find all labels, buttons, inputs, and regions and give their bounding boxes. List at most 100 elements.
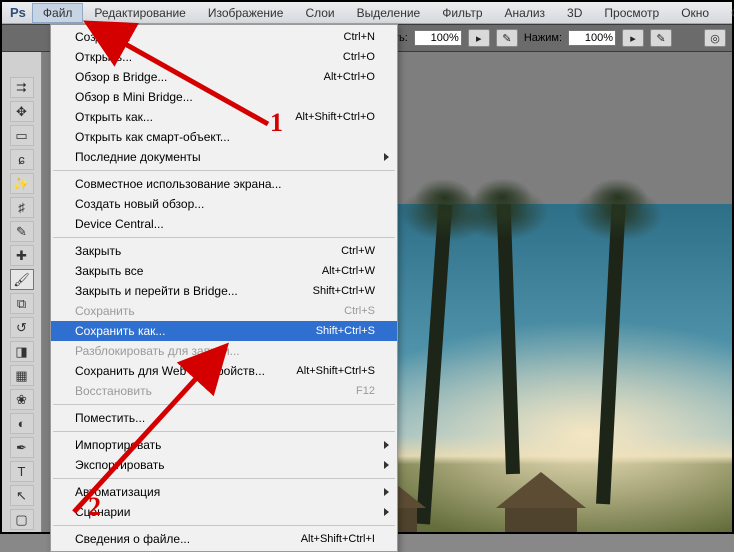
healing-tool[interactable]: ✚ [10, 245, 34, 266]
menuitem-создать-[interactable]: Создать...Ctrl+N [51, 27, 397, 47]
menu-separator [53, 170, 395, 171]
gradient-tool[interactable]: ▦ [10, 365, 34, 386]
annotation-2: 2 [88, 492, 101, 522]
menu-separator [53, 237, 395, 238]
shape-tool[interactable]: ▢ [10, 509, 34, 530]
move-tool[interactable]: ✥ [10, 101, 34, 122]
menuitem-label: Закрыть все [75, 264, 322, 278]
app-logo: Ps [10, 3, 26, 23]
menuitem-закрыть-и-перейти-в-bridge-[interactable]: Закрыть и перейти в Bridge...Shift+Ctrl+… [51, 281, 397, 301]
submenu-arrow-icon [384, 461, 389, 469]
menuitem-label: Поместить... [75, 411, 375, 425]
lasso-tool[interactable]: ɕ [10, 149, 34, 170]
menuitem-label: Последние документы [75, 150, 375, 164]
menuitem-shortcut: Alt+Ctrl+W [322, 265, 375, 277]
expand-icon[interactable]: ⮆ [10, 77, 34, 98]
menuitem-label: Сохранить для Web и устройств... [75, 364, 296, 378]
menuitem-сохранить-как-[interactable]: Сохранить как...Shift+Ctrl+S [51, 321, 397, 341]
menuitem-label: Сохранить как... [75, 324, 316, 338]
menuitem-label: Экспортировать [75, 458, 375, 472]
tablet-toggle[interactable]: ◎ [704, 29, 726, 47]
menu-выделение[interactable]: Выделение [346, 3, 432, 23]
menuitem-обзор-в-mini-bridge-[interactable]: Обзор в Mini Bridge... [51, 87, 397, 107]
menu-3d[interactable]: 3D [556, 3, 593, 23]
menuitem-последние-документы[interactable]: Последние документы [51, 147, 397, 167]
menuitem-открыть-как-смарт-объект-[interactable]: Открыть как смарт-объект... [51, 127, 397, 147]
annotation-1: 1 [270, 108, 283, 138]
menuitem-открыть-[interactable]: Открыть...Ctrl+O [51, 47, 397, 67]
blur-tool[interactable]: ❀ [10, 389, 34, 410]
menuitem-label: Разблокировать для записи... [75, 344, 375, 358]
menu-separator [53, 478, 395, 479]
menuitem-label: Сведения о файле... [75, 532, 301, 546]
menuitem-совместное-использование-экрана-[interactable]: Совместное использование экрана... [51, 174, 397, 194]
brush-tool[interactable]: 🖌 [10, 269, 34, 290]
menuitem-label: Обзор в Mini Bridge... [75, 90, 375, 104]
menuitem-сохранить: СохранитьCtrl+S [51, 301, 397, 321]
opacity-stepper[interactable]: ▸ [468, 29, 490, 47]
menuitem-shortcut: Alt+Shift+Ctrl+I [301, 533, 375, 545]
menuitem-label: Совместное использование экрана... [75, 177, 375, 191]
submenu-arrow-icon [384, 508, 389, 516]
menuitem-label: Обзор в Bridge... [75, 70, 324, 84]
menuitem-поместить-[interactable]: Поместить... [51, 408, 397, 428]
type-tool[interactable]: T [10, 461, 34, 482]
airbrush-toggle[interactable]: ✎ [496, 29, 518, 47]
menuitem-сохранить-для-web-и-устройств-[interactable]: Сохранить для Web и устройств...Alt+Shif… [51, 361, 397, 381]
menu-окно[interactable]: Окно [670, 3, 720, 23]
menu-слои[interactable]: Слои [294, 3, 345, 23]
menuitem-сведения-о-файле-[interactable]: Сведения о файле...Alt+Shift+Ctrl+I [51, 529, 397, 549]
flow-value[interactable]: 100% [568, 30, 616, 46]
menuitem-закрыть-все[interactable]: Закрыть всеAlt+Ctrl+W [51, 261, 397, 281]
menuitem-label: Закрыть [75, 244, 341, 258]
menuitem-label: Открыть как... [75, 110, 295, 124]
menuitem-device-central-[interactable]: Device Central... [51, 214, 397, 234]
menuitem-shortcut: Ctrl+S [344, 305, 375, 317]
marquee-tool[interactable]: ▭ [10, 125, 34, 146]
menuitem-shortcut: Ctrl+O [343, 51, 375, 63]
menuitem-shortcut: Shift+Ctrl+W [313, 285, 375, 297]
eyedropper-tool[interactable]: ✎ [10, 221, 34, 242]
menuitem-label: Сценарии [75, 505, 375, 519]
crop-tool[interactable]: ♯ [10, 197, 34, 218]
menuitem-импортировать[interactable]: Импортировать [51, 435, 397, 455]
menu-анализ[interactable]: Анализ [494, 3, 557, 23]
menu-изображение[interactable]: Изображение [197, 3, 295, 23]
menuitem-сценарии[interactable]: Сценарии [51, 502, 397, 522]
pressure-toggle[interactable]: ✎ [650, 29, 672, 47]
menuitem-shortcut: F12 [356, 385, 375, 397]
menu-справ[interactable]: Справ [720, 3, 734, 23]
menu-редактирование[interactable]: Редактирование [83, 3, 196, 23]
menuitem-label: Автоматизация [75, 485, 375, 499]
path-tool[interactable]: ↖ [10, 485, 34, 506]
dodge-tool[interactable]: ◐ [10, 413, 34, 434]
menuitem-создать-новый-обзор-[interactable]: Создать новый обзор... [51, 194, 397, 214]
history-brush-tool[interactable]: ↺ [10, 317, 34, 338]
stamp-tool[interactable]: ⧉ [10, 293, 34, 314]
menu-файл[interactable]: Файл [32, 3, 84, 23]
menuitem-label: Device Central... [75, 217, 375, 231]
menu-просмотр[interactable]: Просмотр [593, 3, 670, 23]
file-dropdown: Создать...Ctrl+NОткрыть...Ctrl+OОбзор в … [50, 24, 398, 552]
menuitem-label: Закрыть и перейти в Bridge... [75, 284, 313, 298]
menuitem-shortcut: Alt+Shift+Ctrl+O [295, 111, 375, 123]
menu-фильтр[interactable]: Фильтр [431, 3, 493, 23]
menuitem-открыть-как-[interactable]: Открыть как...Alt+Shift+Ctrl+O [51, 107, 397, 127]
menuitem-shortcut: Alt+Ctrl+O [324, 71, 375, 83]
eraser-tool[interactable]: ◨ [10, 341, 34, 362]
menuitem-закрыть[interactable]: ЗакрытьCtrl+W [51, 241, 397, 261]
flow-stepper[interactable]: ▸ [622, 29, 644, 47]
menuitem-обзор-в-bridge-[interactable]: Обзор в Bridge...Alt+Ctrl+O [51, 67, 397, 87]
opacity-value[interactable]: 100% [414, 30, 462, 46]
menu-separator [53, 525, 395, 526]
menuitem-label: Восстановить [75, 384, 356, 398]
menuitem-автоматизация[interactable]: Автоматизация [51, 482, 397, 502]
tool-palette: ⮆ ✥ ▭ ɕ ✨ ♯ ✎ ✚ 🖌 ⧉ ↺ ◨ ▦ ❀ ◐ ✒ T ↖ ▢ [2, 52, 42, 532]
pen-tool[interactable]: ✒ [10, 437, 34, 458]
flow-label: Нажим: [524, 32, 562, 44]
menuitem-экспортировать[interactable]: Экспортировать [51, 455, 397, 475]
menuitem-разблокировать-для-записи-: Разблокировать для записи... [51, 341, 397, 361]
menubar: Ps ФайлРедактированиеИзображениеСлоиВыде… [2, 2, 732, 24]
wand-tool[interactable]: ✨ [10, 173, 34, 194]
submenu-arrow-icon [384, 441, 389, 449]
